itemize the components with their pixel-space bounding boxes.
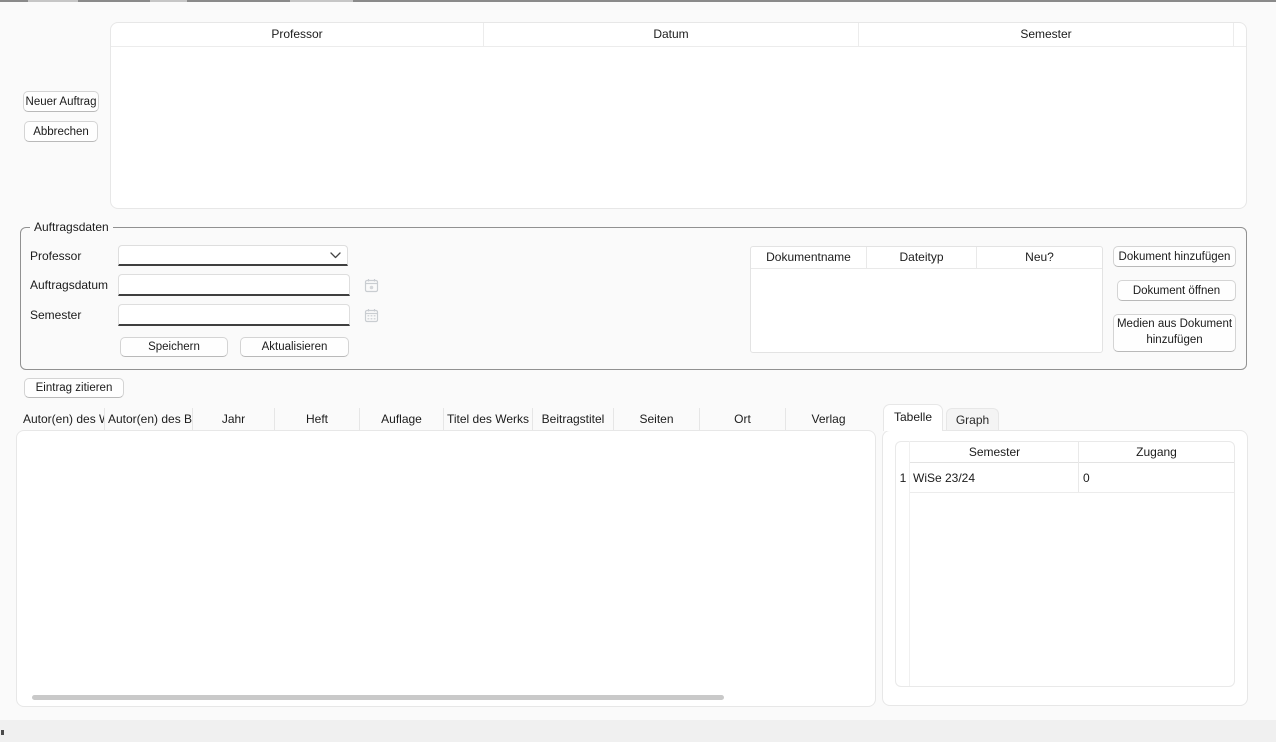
row-number-separator <box>909 441 910 686</box>
documents-table-header: Dokumentname Dateityp Neu? <box>751 247 1102 269</box>
orders-table-body[interactable] <box>111 47 1246 208</box>
professor-label: Professor <box>30 249 81 264</box>
column-header-ort: Ort <box>700 408 786 430</box>
column-header-neu: Neu? <box>977 247 1102 268</box>
new-order-button[interactable]: Neuer Auftrag <box>23 91 99 112</box>
column-header-autor-werk: Autor(en) des Werks <box>20 408 105 430</box>
order-form-group-title: Auftragsdaten <box>30 220 113 234</box>
documents-table-body[interactable] <box>751 269 1102 352</box>
column-header-professor: Professor <box>111 23 484 46</box>
orders-table-header: Professor Datum Semester <box>111 23 1246 47</box>
column-header-jahr: Jahr <box>193 408 275 430</box>
column-header-dokumentname: Dokumentname <box>751 247 867 268</box>
column-header-heft: Heft <box>275 408 360 430</box>
order-date-input[interactable] <box>118 274 350 296</box>
chevron-down-icon <box>330 252 341 259</box>
column-header-dateityp: Dateityp <box>867 247 977 268</box>
cursor-artifact <box>1 730 4 735</box>
cite-entry-button[interactable]: Eintrag zitieren <box>24 378 124 398</box>
column-header-titel-des-werks: Titel des Werks <box>444 408 533 430</box>
semester-input[interactable] <box>118 304 350 326</box>
tab-graph[interactable]: Graph <box>946 408 999 430</box>
professor-combobox[interactable] <box>118 245 348 266</box>
add-document-button[interactable]: Dokument hinzufügen <box>1113 246 1236 267</box>
column-header-verlag: Verlag <box>786 408 871 430</box>
order-date-label: Auftragsdatum <box>30 278 108 293</box>
stats-column-separator <box>1078 441 1079 492</box>
semester-label: Semester <box>30 308 81 323</box>
column-header-autor-beitrag: Autor(en) des Beitrags <box>105 408 193 430</box>
column-header-beitragstitel: Beitragstitel <box>533 408 614 430</box>
refresh-button[interactable]: Aktualisieren <box>240 337 349 357</box>
table-row[interactable]: 1 WiSe 23/24 0 <box>896 463 1234 493</box>
column-header-semester: Semester <box>859 23 1234 46</box>
cancel-button[interactable]: Abbrechen <box>24 121 98 142</box>
column-header-auflage: Auflage <box>360 408 444 430</box>
column-header-seiten: Seiten <box>614 408 700 430</box>
column-header-stats-zugang: Zugang <box>1079 442 1234 463</box>
semester-stats-table: Semester Zugang 1 WiSe 23/24 0 <box>895 441 1235 687</box>
window-bottom-strip <box>0 720 1276 742</box>
citations-table-body[interactable] <box>16 430 876 707</box>
horizontal-scrollbar[interactable] <box>32 695 724 700</box>
tab-tabelle[interactable]: Tabelle <box>883 404 943 431</box>
window-top-edge <box>0 0 1276 2</box>
documents-table: Dokumentname Dateityp Neu? <box>750 246 1103 353</box>
row-semester-value: WiSe 23/24 <box>910 463 1079 493</box>
orders-table: Professor Datum Semester <box>110 22 1247 209</box>
semester-stats-header: Semester Zugang <box>896 442 1234 463</box>
column-header-datum: Datum <box>484 23 859 46</box>
save-button[interactable]: Speichern <box>120 337 228 357</box>
add-media-from-document-button[interactable]: Medien aus Dokument hinzufügen <box>1113 314 1236 352</box>
column-header-stats-semester: Semester <box>910 442 1079 463</box>
open-document-button[interactable]: Dokument öffnen <box>1117 280 1236 301</box>
row-number: 1 <box>896 463 910 493</box>
row-zugang-value: 0 <box>1079 463 1234 493</box>
calendar-day-icon[interactable] <box>363 277 379 293</box>
calendar-grid-icon[interactable] <box>363 307 379 323</box>
citations-table-header: Autor(en) des Werks Autor(en) des Beitra… <box>20 408 871 430</box>
